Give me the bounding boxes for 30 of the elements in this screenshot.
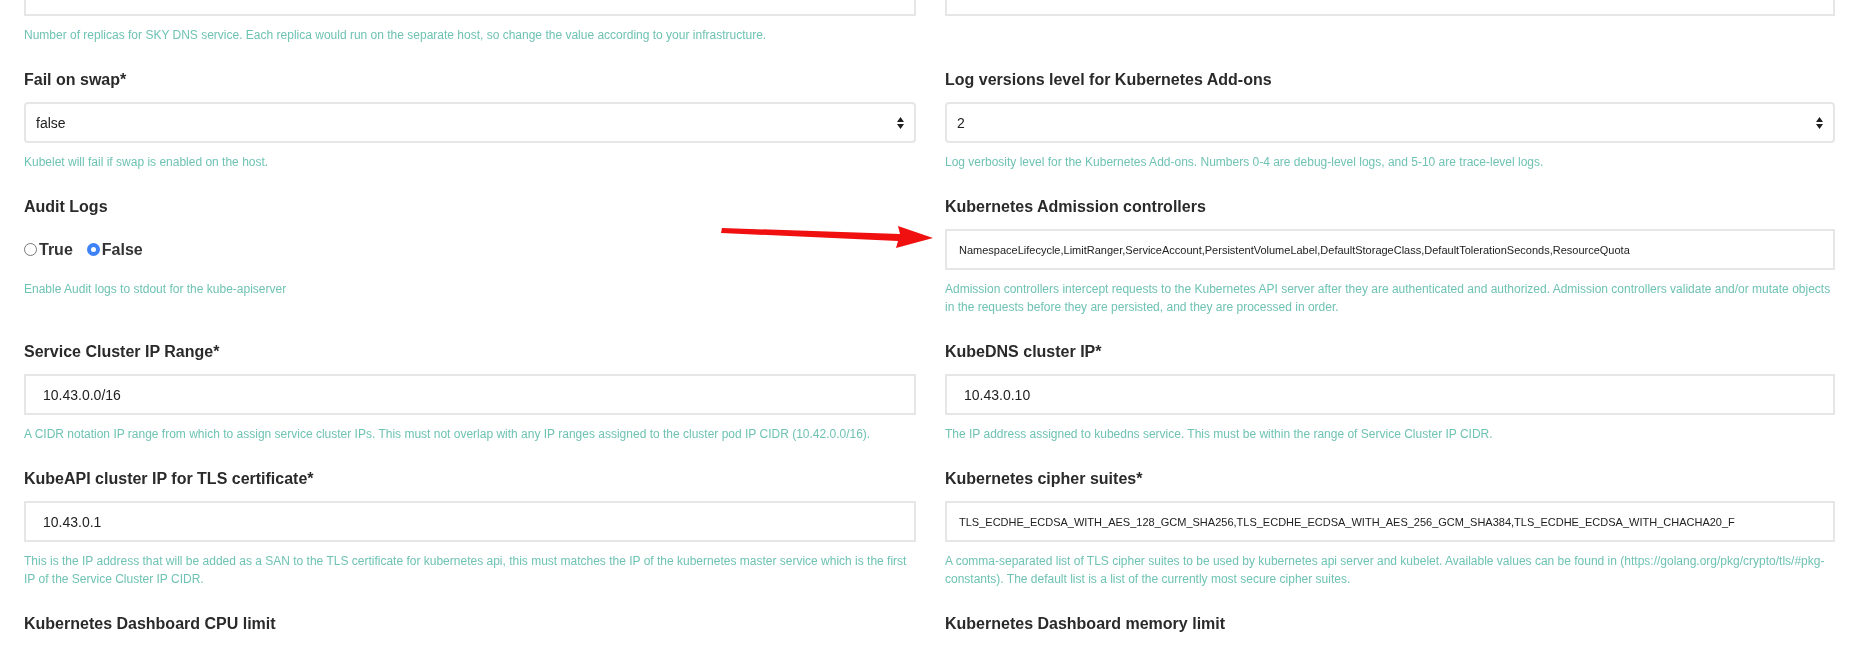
up-down-caret-icon	[1816, 116, 1823, 129]
field-label: Kubernetes cipher suites*	[945, 469, 1144, 489]
input-field[interactable]: NamespaceLifecycle,LimitRanger,ServiceAccount,PersistentVolumeLabel,DefaultStorageClass,DefaultTolerationSeconds,ResourceQuota	[945, 229, 1835, 270]
help-text: Log verbosity level for the Kubernetes Add-ons. Numbers 0-4 are debug-level logs, and 5-10 are trace-level logs.	[945, 154, 1545, 171]
field-label: Kubernetes Dashboard memory limit	[945, 614, 1227, 634]
field-label: Log versions level for Kubernetes Add-ons	[945, 70, 1273, 90]
help-text: Enable Audit logs to stdout for the kube-apiserver	[24, 281, 288, 298]
radio-option[interactable]: False	[86, 240, 143, 259]
up-down-caret-icon	[897, 116, 904, 129]
radio-option[interactable]: True	[24, 240, 73, 259]
input-field[interactable]: TLS_ECDHE_ECDSA_WITH_AES_128_GCM_SHA256,TLS_ECDHE_ECDSA_WITH_AES_256_GCM_SHA384,TLS_ECDHE_ECDSA_WITH_CHACHA20_F	[945, 501, 1835, 542]
select-field[interactable]: 2	[945, 102, 1835, 143]
field-label: Fail on swap*	[24, 70, 128, 90]
help-text: Admission controllers intercept requests to the Kubernetes API server after they are authenticated and authorized. Admission controllers validate and/or mutate objects in the requests before they are persisted, and they are processed in order.	[945, 281, 1832, 316]
help-text: A CIDR notation IP range from which to assign service cluster IPs. This must not overlap with any IP ranges assigned to the cluster pod IP CIDR (10.42.0.0/16).	[24, 426, 872, 443]
field-label: KubeDNS cluster IP*	[945, 342, 1103, 362]
help-text: Kubelet will fail if swap is enabled on the host.	[24, 154, 270, 171]
field-label: Kubernetes Admission controllers	[945, 197, 1207, 217]
input-field[interactable]: 10.43.0.1	[24, 501, 916, 542]
field-label: Audit Logs	[24, 197, 109, 217]
field-label: Kubernetes Dashboard CPU limit	[24, 614, 277, 634]
input-field[interactable]: 10.43.0.0/16	[24, 374, 916, 415]
help-text: This is the IP address that will be added as a SAN to the TLS certificate for kubernetes api, this must matches the IP of the kubernetes master service which is the first IP of the Service Cluster IP CIDR.	[24, 553, 908, 588]
help-text: The IP address assigned to kubedns service. This must be within the range of Service Cluster IP CIDR.	[945, 426, 1494, 443]
select-field[interactable]: false	[24, 102, 916, 143]
field-label: KubeAPI cluster IP for TLS certificate*	[24, 469, 315, 489]
input-field[interactable]: 10.43.0.10	[945, 374, 1835, 415]
help-text: A comma-separated list of TLS cipher suites to be used by kubernetes api server and kubelet. Available values can be found in (https://golang.org/pkg/crypto/tls/#pkg-constants). The default list is a list of the currently most secure cipher suites.	[945, 553, 1826, 588]
field-label: Service Cluster IP Range*	[24, 342, 221, 362]
help-text: Number of replicas for SKY DNS service. Each replica would run on the separate host, so change the value according to your infrastructure.	[24, 27, 768, 44]
